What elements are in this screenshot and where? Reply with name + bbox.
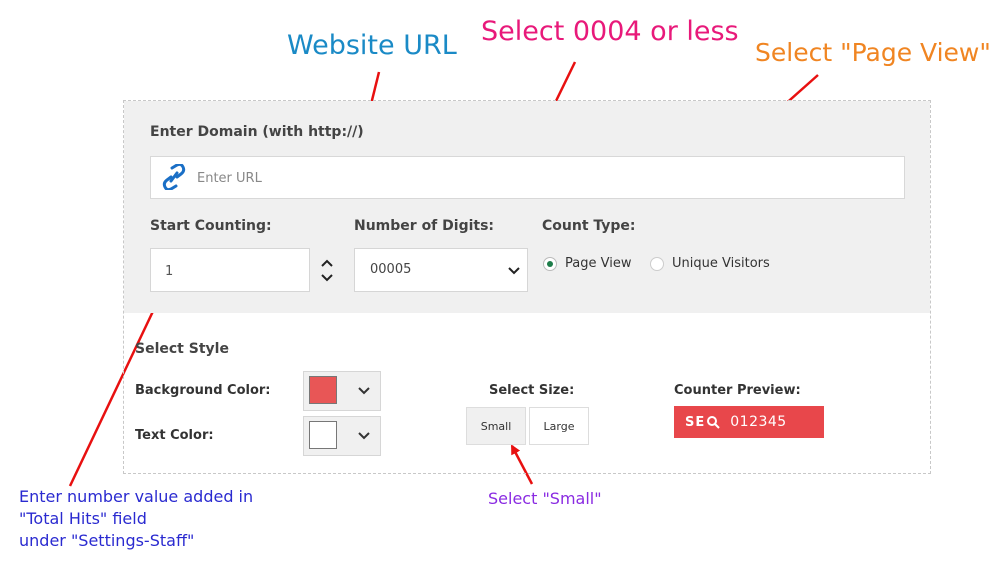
link-icon — [162, 164, 186, 190]
annotation-enter-number-line1: Enter number value added in — [19, 487, 254, 506]
start-counting-value: 1 — [165, 264, 174, 279]
size-small-button[interactable]: Small — [466, 407, 526, 445]
chevron-down-icon — [358, 387, 370, 395]
background-color-swatch — [309, 376, 337, 404]
annotation-website-url: Website URL — [287, 30, 457, 61]
count-type-label: Count Type: — [542, 218, 636, 234]
radio-selected-dot — [547, 261, 553, 267]
text-color-label: Text Color: — [135, 428, 214, 443]
digits-value: 00005 — [370, 262, 412, 277]
digits-label: Number of Digits: — [354, 218, 495, 234]
url-input[interactable] — [150, 156, 905, 199]
annotation-enter-number-line2: "Total Hits" field — [19, 509, 147, 528]
annotation-select-page-view: Select "Page View" — [755, 38, 991, 67]
chevron-down-icon — [358, 432, 370, 440]
number-spinner-icon[interactable] — [320, 258, 334, 284]
chevron-down-icon — [508, 267, 520, 275]
domain-label: Enter Domain (with http://) — [150, 124, 364, 140]
annotation-select-digits: Select 0004 or less — [481, 16, 739, 47]
url-placeholder: Enter URL — [197, 171, 262, 186]
select-style-title: Select Style — [135, 341, 229, 357]
size-large-button[interactable]: Large — [529, 407, 589, 445]
radio-page-view-label[interactable]: Page View — [565, 256, 631, 271]
counter-preview: SE 012345 — [674, 406, 824, 438]
annotation-enter-number-line3: under "Settings-Staff" — [19, 531, 195, 550]
magnifier-icon — [707, 416, 720, 429]
annotation-select-small: Select "Small" — [488, 489, 602, 508]
background-color-label: Background Color: — [135, 383, 271, 398]
seo-logo: SE — [685, 414, 706, 430]
text-color-swatch — [309, 421, 337, 449]
select-size-label: Select Size: — [489, 383, 575, 398]
annotation-enter-number: Enter number value added in "Total Hits"… — [19, 486, 253, 552]
radio-unique-visitors-label[interactable]: Unique Visitors — [672, 256, 770, 271]
start-counting-label: Start Counting: — [150, 218, 272, 234]
counter-preview-label: Counter Preview: — [674, 383, 801, 398]
counter-preview-value: 012345 — [730, 414, 787, 430]
radio-unique-visitors[interactable] — [650, 257, 664, 271]
start-counting-input[interactable] — [150, 248, 310, 292]
